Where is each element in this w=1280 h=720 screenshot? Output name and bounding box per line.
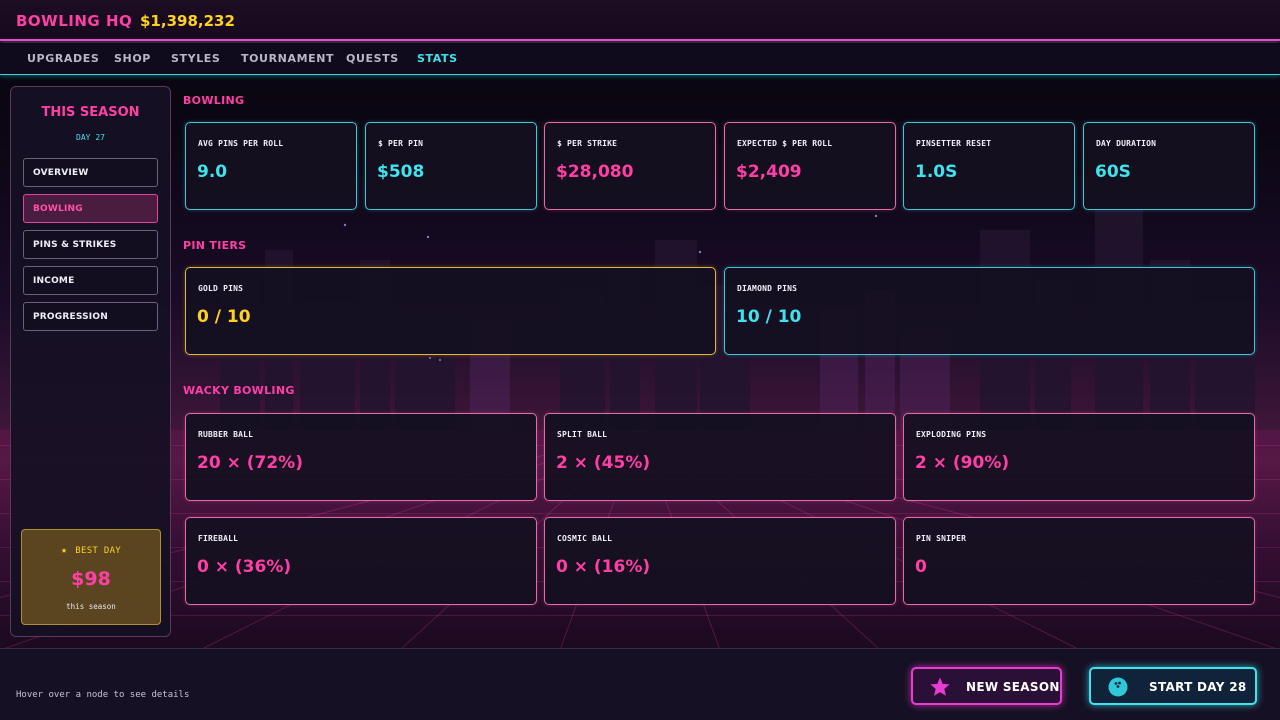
- money-counter: $1,398,232: [140, 12, 235, 30]
- tab-shop[interactable]: SHOP: [114, 52, 151, 65]
- section-title-wacky-bowling: WACKY BOWLING: [183, 384, 295, 397]
- sidebar-item-overview[interactable]: OVERVIEW: [23, 158, 158, 187]
- hover-hint: Hover over a node to see details: [16, 690, 190, 700]
- stat-label: COSMIC BALL: [557, 534, 613, 543]
- stat-label: $ PER PIN: [378, 139, 424, 148]
- sidebar-item-pins-strikes[interactable]: PINS & STRIKES: [23, 230, 158, 259]
- stat-value: 1.0S: [915, 162, 958, 182]
- sidebar-item-income[interactable]: INCOME: [23, 266, 158, 295]
- top-bar: BOWLING HQ $1,398,232: [0, 0, 1280, 41]
- stat-label: FIREBALL: [198, 534, 239, 543]
- star-icon: ★: [60, 545, 68, 556]
- star-icon: [930, 677, 950, 696]
- stat-label: EXPLODING PINS: [916, 430, 987, 439]
- footer-bar: Hover over a node to see details NEW SEA…: [0, 648, 1280, 720]
- stat-label: PIN SNIPER: [916, 534, 967, 543]
- stat-card-cosmic-ball: COSMIC BALL 0 × (16%): [544, 517, 896, 605]
- stat-card-avg-pins: AVG PINS PER ROLL 9.0: [185, 122, 357, 210]
- stat-value: $2,409: [736, 162, 802, 182]
- app-title: BOWLING HQ: [16, 12, 133, 30]
- stat-card-pinsetter-reset: PINSETTER RESET 1.0S: [903, 122, 1075, 210]
- stat-card-diamond-pins: DIAMOND PINS 10 / 10: [724, 267, 1255, 355]
- stat-value: 2 × (45%): [556, 453, 651, 473]
- stat-value: $28,080: [556, 162, 634, 182]
- stat-label: GOLD PINS: [198, 284, 244, 293]
- stat-value: 0 × (36%): [197, 557, 292, 577]
- tab-stats[interactable]: STATS: [417, 52, 458, 65]
- stat-label: PINSETTER RESET: [916, 139, 992, 148]
- stat-value: 0 × (16%): [556, 557, 651, 577]
- new-season-button[interactable]: NEW SEASON: [911, 667, 1062, 705]
- start-day-label: START DAY 28: [1149, 680, 1247, 694]
- stat-value: 2 × (90%): [915, 453, 1010, 473]
- stat-card-per-pin: $ PER PIN $508: [365, 122, 537, 210]
- stat-value: 60S: [1095, 162, 1131, 182]
- tab-styles[interactable]: STYLES: [171, 52, 220, 65]
- background-scene: [0, 0, 1280, 720]
- best-day-subtitle: this season: [66, 602, 116, 611]
- stat-card-day-duration: DAY DURATION 60S: [1083, 122, 1255, 210]
- best-day-header: ★ BEST DAY: [22, 545, 160, 556]
- stat-label: DIAMOND PINS: [737, 284, 798, 293]
- season-title: THIS SEASON: [41, 105, 140, 120]
- stat-label: EXPECTED $ PER ROLL: [737, 139, 833, 148]
- stat-label: $ PER STRIKE: [557, 139, 618, 148]
- best-day-value: $98: [71, 568, 111, 590]
- stat-value: 9.0: [197, 162, 228, 182]
- tab-tournament[interactable]: TOURNAMENT: [241, 52, 334, 65]
- start-day-button[interactable]: START DAY 28: [1089, 667, 1257, 705]
- stat-value: 10 / 10: [736, 307, 802, 327]
- stat-card-rubber-ball: RUBBER BALL 20 × (72%): [185, 413, 537, 501]
- new-season-label: NEW SEASON: [966, 680, 1060, 694]
- sidebar-item-progression[interactable]: PROGRESSION: [23, 302, 158, 331]
- stat-value: 0: [915, 557, 927, 577]
- stat-card-exploding-pins: EXPLODING PINS 2 × (90%): [903, 413, 1255, 501]
- best-day-label: BEST DAY: [75, 546, 122, 556]
- stats-sidebar: THIS SEASON DAY 27 OVERVIEW BOWLING PINS…: [10, 86, 171, 637]
- stat-value: $508: [377, 162, 425, 182]
- stat-card-expected-per-roll: EXPECTED $ PER ROLL $2,409: [724, 122, 896, 210]
- stat-value: 0 / 10: [197, 307, 251, 327]
- stat-label: DAY DURATION: [1096, 139, 1157, 148]
- stat-card-pin-sniper: PIN SNIPER 0: [903, 517, 1255, 605]
- bowling-ball-icon: [1108, 677, 1128, 697]
- section-title-pin-tiers: PIN TIERS: [183, 239, 247, 252]
- stat-card-split-ball: SPLIT BALL 2 × (45%): [544, 413, 896, 501]
- tab-quests[interactable]: QUESTS: [346, 52, 399, 65]
- season-day: DAY 27: [76, 133, 105, 142]
- stat-card-per-strike: $ PER STRIKE $28,080: [544, 122, 716, 210]
- stat-card-fireball: FIREBALL 0 × (36%): [185, 517, 537, 605]
- tab-upgrades[interactable]: UPGRADES: [27, 52, 99, 65]
- stat-label: RUBBER BALL: [198, 430, 254, 439]
- main-nav: UPGRADES SHOP STYLES TOURNAMENT QUESTS S…: [0, 43, 1280, 75]
- stat-card-gold-pins: GOLD PINS 0 / 10: [185, 267, 716, 355]
- sidebar-item-bowling[interactable]: BOWLING: [23, 194, 158, 223]
- stat-label: AVG PINS PER ROLL: [198, 139, 284, 148]
- section-title-bowling: BOWLING: [183, 94, 245, 107]
- stat-label: SPLIT BALL: [557, 430, 608, 439]
- stat-value: 20 × (72%): [197, 453, 303, 473]
- best-day-card: ★ BEST DAY $98 this season: [21, 529, 161, 625]
